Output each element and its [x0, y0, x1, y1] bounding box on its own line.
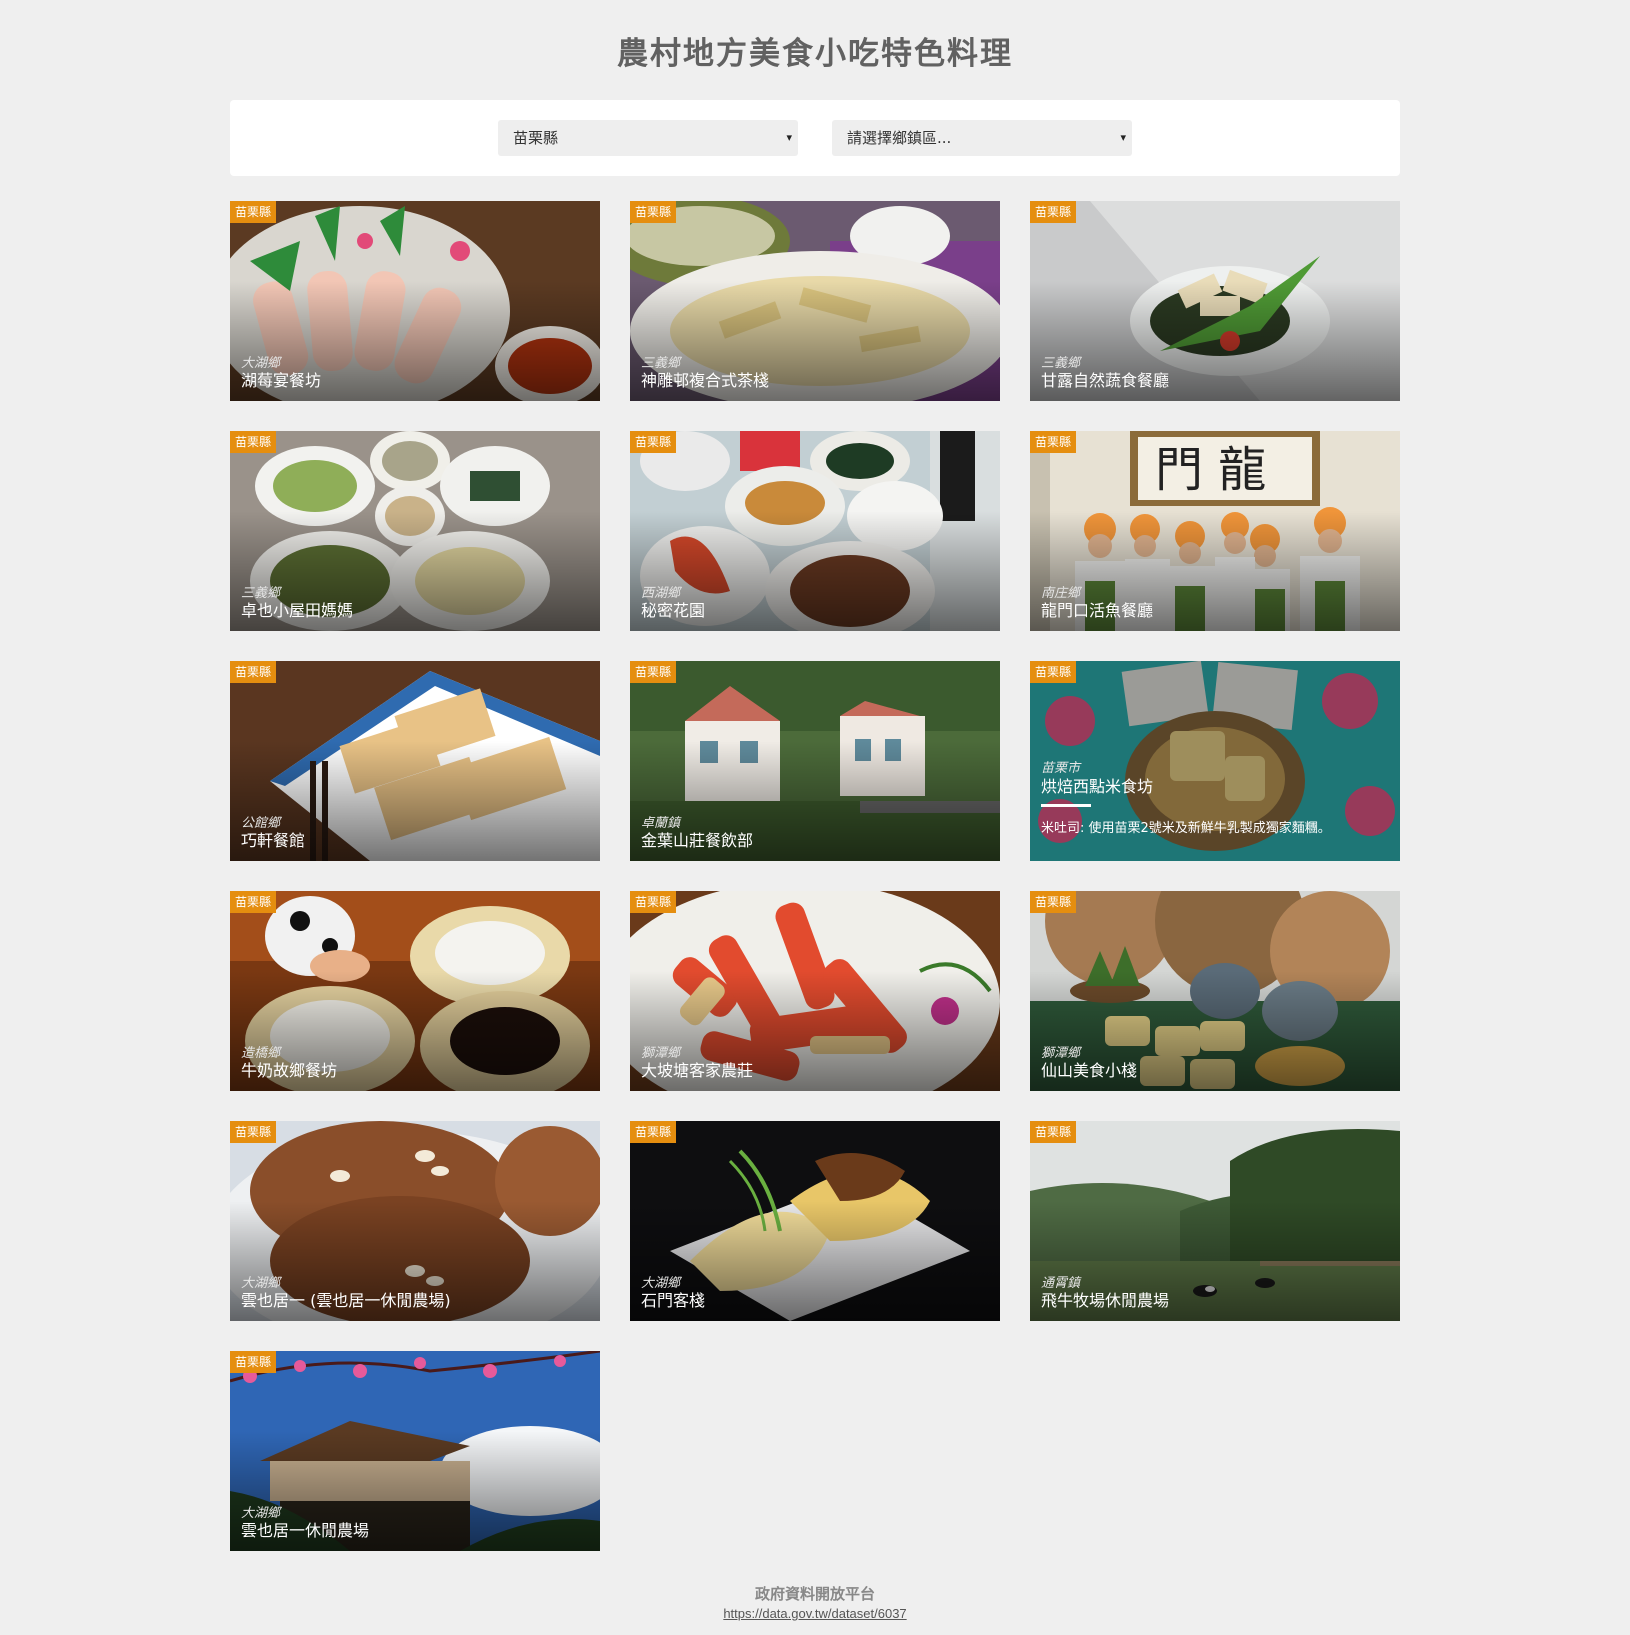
restaurant-card[interactable]: 苗栗縣 獅潭鄉 大坡塘客家農莊 [630, 891, 1000, 1091]
source-link[interactable]: https://data.gov.tw/dataset/6037 [0, 1606, 1630, 1621]
divider [1041, 804, 1091, 807]
card-name: 秘密花園 [641, 601, 706, 620]
card-description: 米吐司: 使用苗栗2號米及新鮮牛乳製成獨家麵糰。 [1041, 821, 1331, 836]
card-name: 牛奶故鄉餐坊 [241, 1061, 338, 1080]
restaurant-card[interactable]: 苗栗縣 大湖鄉 湖莓宴餐坊 [230, 201, 600, 401]
card-name: 雲也居一 (雲也居一休閒農場) [241, 1291, 451, 1310]
chevron-down-icon: ▾ [786, 131, 792, 144]
county-select-value: 苗栗縣 [513, 129, 559, 147]
restaurant-card[interactable]: 苗栗縣 通霄鎮 飛牛牧場休閒農場 [1030, 1121, 1400, 1321]
card-name: 湖莓宴餐坊 [241, 371, 322, 390]
restaurant-card[interactable]: 苗栗縣 三義鄉 甘露自然蔬食餐廳 [1030, 201, 1400, 401]
page-title: 農村地方美食小吃特色料理 [617, 36, 1013, 72]
restaurant-card[interactable]: 苗栗縣 三義鄉 神雕邨複合式茶棧 [630, 201, 1000, 401]
county-badge: 苗栗縣 [630, 891, 677, 913]
county-badge: 苗栗縣 [230, 1121, 277, 1143]
card-name: 仙山美食小棧 [1041, 1061, 1138, 1080]
county-badge: 苗栗縣 [1030, 201, 1077, 223]
county-badge: 苗栗縣 [230, 201, 277, 223]
county-badge: 苗栗縣 [1030, 1121, 1077, 1143]
restaurant-grid: 苗栗縣 大湖鄉 湖莓宴餐坊 苗栗縣 三義鄉 神雕邨複合式茶棧 苗栗縣 三義鄉 甘… [230, 201, 1400, 1551]
county-badge: 苗栗縣 [630, 431, 677, 453]
footer: 政府資料開放平台 https://data.gov.tw/dataset/603… [0, 1583, 1630, 1621]
restaurant-card[interactable]: 苗栗縣 苗栗市 烘焙西點米食坊 米吐司: 使用苗栗2號米及新鮮牛乳製成獨家麵糰。 [1030, 661, 1400, 861]
restaurant-card[interactable]: 苗栗縣 大湖鄉 石門客棧 [630, 1121, 1000, 1321]
card-name: 神雕邨複合式茶棧 [641, 371, 770, 390]
card-name: 巧軒餐館 [241, 831, 306, 850]
county-badge: 苗栗縣 [630, 201, 677, 223]
restaurant-card[interactable]: 苗栗縣 大湖鄉 雲也居一 (雲也居一休閒農場) [230, 1121, 600, 1321]
town-select-value: 請選擇鄉鎮區... [847, 129, 952, 147]
county-badge: 苗栗縣 [1030, 661, 1077, 683]
restaurant-card[interactable]: 門 龍 苗栗縣 南庄鄉 龍門口活魚餐廳 [1030, 431, 1400, 631]
chevron-down-icon: ▾ [1120, 131, 1126, 144]
restaurant-card[interactable]: 苗栗縣 公館鄉 巧軒餐館 [230, 661, 600, 861]
filter-bar: 苗栗縣 ▾ 請選擇鄉鎮區... ▾ [230, 100, 1400, 176]
town-select[interactable]: 請選擇鄉鎮區... ▾ [832, 120, 1132, 156]
card-name: 烘焙西點米食坊 [1041, 777, 1154, 796]
restaurant-card[interactable]: 苗栗縣 西湖鄉 秘密花園 [630, 431, 1000, 631]
card-name: 雲也居一休閒農場 [241, 1521, 370, 1540]
county-select[interactable]: 苗栗縣 ▾ [498, 120, 798, 156]
county-badge: 苗栗縣 [230, 661, 277, 683]
card-name: 龍門口活魚餐廳 [1041, 601, 1154, 620]
county-badge: 苗栗縣 [230, 431, 277, 453]
county-badge: 苗栗縣 [630, 1121, 677, 1143]
restaurant-card[interactable]: 苗栗縣 卓蘭鎮 金葉山莊餐飲部 [630, 661, 1000, 861]
county-badge: 苗栗縣 [1030, 431, 1077, 453]
county-badge: 苗栗縣 [630, 661, 677, 683]
county-badge: 苗栗縣 [230, 891, 277, 913]
card-name: 金葉山莊餐飲部 [641, 831, 754, 850]
restaurant-card[interactable]: 苗栗縣 造橋鄉 牛奶故鄉餐坊 [230, 891, 600, 1091]
restaurant-card[interactable]: 苗栗縣 獅潭鄉 仙山美食小棧 [1030, 891, 1400, 1091]
restaurant-card[interactable]: 苗栗縣 三義鄉 卓也小屋田媽媽 [230, 431, 600, 631]
card-name: 飛牛牧場休閒農場 [1041, 1291, 1170, 1310]
source-label: 政府資料開放平台 [754, 1585, 875, 1603]
card-name: 大坡塘客家農莊 [641, 1061, 754, 1080]
card-name: 甘露自然蔬食餐廳 [1041, 371, 1170, 390]
restaurant-card[interactable]: 苗栗縣 大湖鄉 雲也居一休閒農場 [230, 1351, 600, 1551]
county-badge: 苗栗縣 [1030, 891, 1077, 913]
card-name: 卓也小屋田媽媽 [241, 601, 354, 620]
card-name: 石門客棧 [641, 1291, 706, 1310]
county-badge: 苗栗縣 [230, 1351, 277, 1373]
